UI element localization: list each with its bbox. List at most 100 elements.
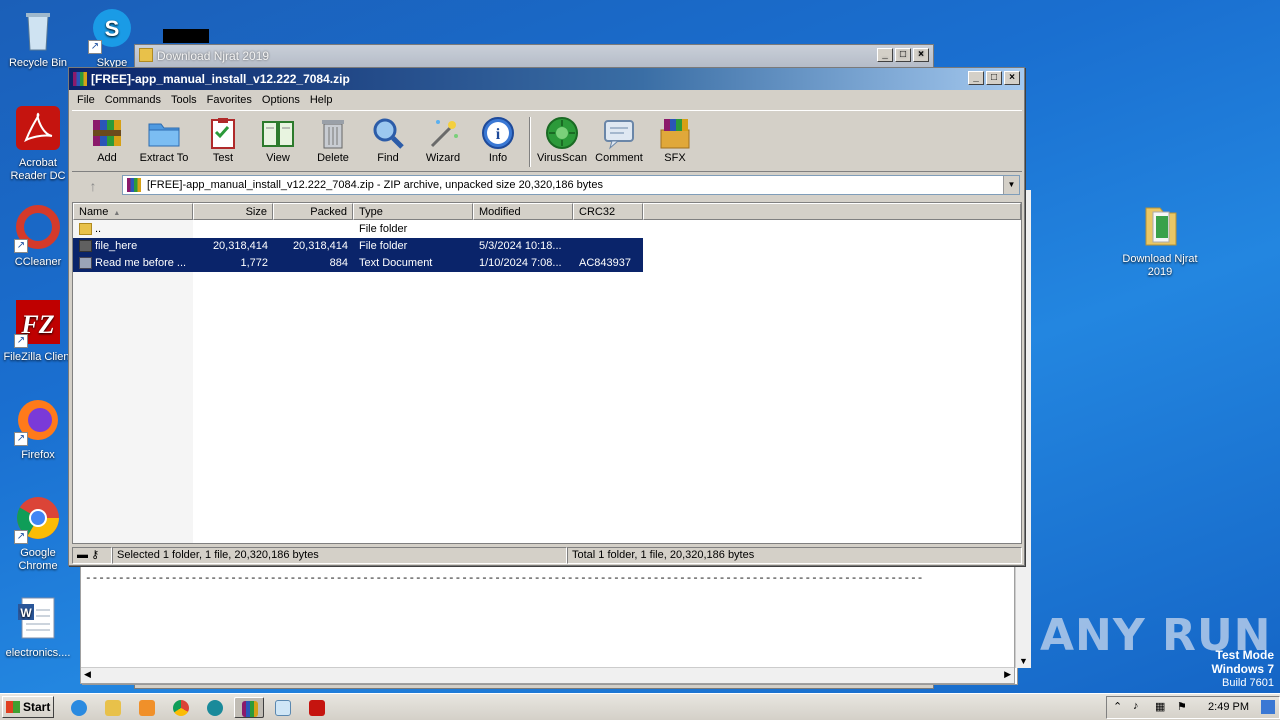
taskbar-acrobat[interactable]: [302, 697, 332, 718]
menu-help[interactable]: Help: [306, 94, 337, 106]
delete-label: Delete: [317, 152, 349, 164]
row-size: [193, 221, 268, 238]
row-name: file_here: [95, 240, 138, 252]
drive-icon: ▬: [77, 549, 88, 561]
row-name: Read me before ...: [95, 257, 187, 269]
maximize-button[interactable]: □: [895, 48, 911, 62]
menu-commands[interactable]: Commands: [101, 94, 165, 106]
desktop-icon-ccleaner[interactable]: ↗ CCleaner: [0, 205, 76, 269]
firefox-icon: ↗: [14, 398, 62, 446]
menu-favorites[interactable]: Favorites: [203, 94, 256, 106]
menu-file[interactable]: File: [73, 94, 99, 106]
taskbar-notepad[interactable]: [268, 697, 298, 718]
table-row[interactable]: .. File folder: [73, 221, 643, 238]
shortcut-arrow-icon: ↗: [14, 432, 28, 446]
toolbar-separator: [529, 117, 531, 167]
desktop-icon-label: Google Chrome: [18, 547, 58, 572]
scroll-left-icon[interactable]: ◀: [84, 669, 91, 680]
row-crc: [579, 238, 641, 255]
folder-icon: [79, 240, 92, 252]
trash-icon: [316, 116, 350, 150]
virusscan-label: VirusScan: [537, 152, 587, 164]
address-field[interactable]: [FREE]-app_manual_install_v12.222_7084.z…: [122, 175, 1020, 195]
background-window-titlebar[interactable]: Download Njrat 2019 _ □ ×: [135, 45, 933, 67]
column-header-packed[interactable]: Packed: [273, 203, 353, 220]
maximize-button[interactable]: □: [986, 71, 1002, 85]
comment-button[interactable]: Comment: [590, 114, 648, 170]
column-header-modified[interactable]: Modified: [473, 203, 573, 220]
winrar-titlebar[interactable]: [FREE]-app_manual_install_v12.222_7084.z…: [69, 68, 1024, 90]
table-row[interactable]: Read me before ... 1,772 884 Text Docume…: [73, 255, 643, 272]
winrar-window[interactable]: [FREE]-app_manual_install_v12.222_7084.z…: [68, 67, 1025, 566]
taskbar-ie[interactable]: [64, 697, 94, 718]
desktop-icon-word-doc[interactable]: W electronics....: [0, 596, 76, 660]
desktop-icon-recycle-bin[interactable]: Recycle Bin: [0, 6, 76, 70]
desktop-icon-firefox[interactable]: ↗ Firefox: [0, 398, 76, 462]
status-icons: ▬ ⚷: [72, 547, 112, 564]
sfx-label: SFX: [664, 152, 686, 164]
taskbar-media-player[interactable]: [132, 697, 162, 718]
desktop-icon-label: CCleaner: [14, 256, 62, 268]
minimize-button[interactable]: _: [968, 71, 984, 85]
system-tray: ⌃ ♪ ▦ ⚑ 2:49 PM: [1106, 696, 1280, 719]
scroll-right-icon[interactable]: ▶: [1004, 669, 1011, 680]
column-header-type[interactable]: Type: [353, 203, 473, 220]
horizontal-scrollbar[interactable]: ◀ ▶: [81, 667, 1014, 683]
up-arrow-icon[interactable]: ↑: [78, 177, 108, 195]
svg-text:W: W: [20, 606, 32, 620]
info-button[interactable]: i Info: [469, 114, 527, 170]
desktop-icon-chrome[interactable]: ↗ Google Chrome: [0, 496, 76, 573]
delete-button[interactable]: Delete: [304, 114, 362, 170]
close-button[interactable]: ×: [1004, 71, 1020, 85]
column-header-size[interactable]: Size: [193, 203, 273, 220]
clock[interactable]: 2:49 PM: [1208, 701, 1249, 713]
desktop-icon-acrobat[interactable]: Acrobat Reader DC: [0, 106, 76, 183]
file-list[interactable]: Name ▲ Size Packed Type Modified CRC32 ..…: [72, 202, 1022, 544]
virus-scan-icon: [545, 116, 579, 150]
taskbar-chrome[interactable]: [166, 697, 196, 718]
svg-text:i: i: [496, 126, 501, 143]
start-button[interactable]: Start: [2, 696, 54, 718]
add-label: Add: [97, 152, 117, 164]
shortcut-arrow-icon: ↗: [14, 530, 28, 544]
extract-to-button[interactable]: Extract To: [135, 114, 193, 170]
taskbar-explorer[interactable]: [98, 697, 128, 718]
add-button[interactable]: Add: [78, 114, 136, 170]
address-bar: ↑ [FREE]-app_manual_install_v12.222_7084…: [72, 174, 1022, 198]
menu-tools[interactable]: Tools: [167, 94, 201, 106]
action-center-flag-icon[interactable]: ⚑: [1177, 700, 1187, 713]
desktop-icon-filezilla[interactable]: FZ ↗ FileZilla Client: [0, 300, 76, 364]
taskbar-edge[interactable]: [200, 697, 230, 718]
scroll-down-icon[interactable]: ▼: [1019, 656, 1028, 666]
folder-icon: [105, 700, 121, 716]
table-row[interactable]: file_here 20,318,414 20,318,414 File fol…: [73, 238, 643, 255]
network-icon[interactable]: ▦: [1155, 700, 1165, 713]
view-button[interactable]: View: [249, 114, 307, 170]
black-rectangle: [163, 29, 209, 43]
comment-icon: [602, 116, 636, 150]
minimize-button[interactable]: _: [877, 48, 893, 62]
wizard-button[interactable]: Wizard: [414, 114, 472, 170]
background-window-title: Download Njrat 2019: [157, 49, 270, 63]
column-header-name[interactable]: Name ▲: [73, 203, 193, 220]
column-header-crc32[interactable]: CRC32: [573, 203, 643, 220]
comment-label: Comment: [595, 152, 643, 164]
menu-options[interactable]: Options: [258, 94, 304, 106]
desktop-icon-label: electronics....: [5, 647, 71, 659]
close-button[interactable]: ×: [913, 48, 929, 62]
background-window-text-area[interactable]: ----------------------------------------…: [80, 566, 1015, 684]
show-desktop-icon[interactable]: [1261, 700, 1275, 714]
sfx-button[interactable]: SFX: [646, 114, 704, 170]
virusscan-button[interactable]: VirusScan: [533, 114, 591, 170]
find-button[interactable]: Find: [359, 114, 417, 170]
volume-icon[interactable]: ♪: [1133, 700, 1139, 712]
tray-expand-icon[interactable]: ⌃: [1113, 700, 1122, 713]
chevron-down-icon[interactable]: ▼: [1003, 176, 1019, 194]
folder-up-icon: [79, 223, 92, 235]
row-crc: [579, 221, 641, 238]
test-button[interactable]: Test: [194, 114, 252, 170]
edge-icon: [207, 700, 223, 716]
desktop-icon-download-njrat[interactable]: Download Njrat 2019: [1122, 202, 1198, 279]
toolbar: Add Extract To Test View Delete Find Wiz…: [72, 110, 1022, 172]
taskbar-winrar[interactable]: [234, 697, 264, 718]
